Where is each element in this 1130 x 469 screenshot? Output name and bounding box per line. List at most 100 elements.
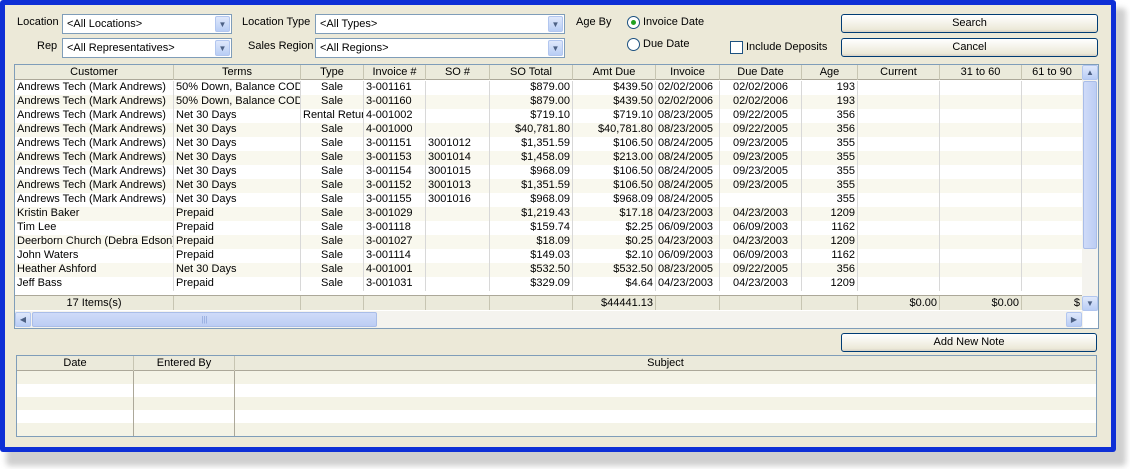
table-row[interactable]: Andrews Tech (Mark Andrews) Net 30 Days Sa… <box>15 151 1083 165</box>
window-frame: Location <All Locations> ▼ Location Type… <box>0 0 1116 452</box>
col-header-age[interactable]: Age <box>802 65 858 80</box>
chevron-down-icon[interactable]: ▼ <box>215 16 230 32</box>
col-header-so-total[interactable]: SO Total <box>490 65 573 80</box>
sales-region-value: <All Regions> <box>320 42 389 54</box>
cell-61-to-90 <box>1022 207 1083 221</box>
cell-61-to-90 <box>1022 221 1083 235</box>
cell-customer: Andrews Tech (Mark Andrews) <box>15 165 174 179</box>
cell-invoice-number: 3-001114 <box>364 249 426 263</box>
horizontal-scrollbar[interactable]: ◀ ||| ▶ <box>15 311 1083 328</box>
cell-invoice-number: 4-001002 <box>364 109 426 123</box>
notes-col-entered-by[interactable]: Entered By <box>134 356 235 371</box>
scroll-down-icon[interactable]: ▼ <box>1082 296 1098 311</box>
col-header-terms[interactable]: Terms <box>174 65 301 80</box>
due-date-radio[interactable] <box>627 38 640 51</box>
cell-31-to-60 <box>940 165 1022 179</box>
notes-col-date[interactable]: Date <box>17 356 134 371</box>
cell-terms: 50% Down, Balance COD <box>176 95 301 109</box>
cell-31-to-60 <box>940 109 1022 123</box>
cell-invoice-date: 08/24/2005 <box>656 165 720 179</box>
col-header-invoice-date[interactable]: Invoice <box>656 65 720 80</box>
cell-amt-due: $4.64 <box>573 277 656 291</box>
table-row[interactable]: Deerborn Church (Debra Edson) Prepaid Sale… <box>15 235 1083 249</box>
cell-61-to-90 <box>1022 137 1083 151</box>
cell-so-number <box>426 95 490 109</box>
cell-31-to-60 <box>940 193 1022 207</box>
cell-61-to-90 <box>1022 109 1083 123</box>
cancel-button[interactable]: Cancel <box>841 38 1098 57</box>
col-header-amt-due[interactable]: Amt Due <box>573 65 656 80</box>
chevron-down-icon[interactable]: ▼ <box>215 40 230 56</box>
table-row[interactable]: Andrews Tech (Mark Andrews) Net 30 Days Sa… <box>15 179 1083 193</box>
col-header-invoice-number[interactable]: Invoice # <box>364 65 426 80</box>
cell-current <box>858 123 940 137</box>
cell-age: 1162 <box>802 249 858 263</box>
cell-current <box>858 95 940 109</box>
cell-due-date <box>720 193 802 207</box>
table-row[interactable]: Heather Ashford Net 30 Days Sale 4-001001 $5… <box>15 263 1083 277</box>
cell-amt-due: $213.00 <box>573 151 656 165</box>
cell-31-to-60 <box>940 81 1022 95</box>
cell-invoice-number: 4-001000 <box>364 123 426 137</box>
vertical-scroll-thumb[interactable] <box>1083 81 1097 249</box>
cell-31-to-60 <box>940 235 1022 249</box>
cell-so-number <box>426 235 490 249</box>
invoice-date-radio[interactable] <box>627 16 640 29</box>
col-header-current[interactable]: Current <box>858 65 940 80</box>
table-row[interactable]: Andrews Tech (Mark Andrews) 50% Down, Bal… <box>15 95 1083 109</box>
cell-so-number <box>426 249 490 263</box>
col-header-31-to-60[interactable]: 31 to 60 <box>940 65 1022 80</box>
cell-so-total: $719.10 <box>490 109 573 123</box>
table-row[interactable]: Tim Lee Prepaid Sale 3-001118 $159.74 $2.25 06… <box>15 221 1083 235</box>
chevron-down-icon[interactable]: ▼ <box>548 40 563 56</box>
cell-type: Sale <box>301 221 364 235</box>
cell-invoice-date: 08/24/2005 <box>656 193 720 207</box>
vertical-scrollbar[interactable]: ▲ ▼ <box>1082 65 1098 311</box>
cell-current <box>858 221 940 235</box>
col-header-so-number[interactable]: SO # <box>426 65 490 80</box>
table-row[interactable]: Andrews Tech (Mark Andrews) Net 30 Days Sa… <box>15 193 1083 207</box>
cell-31-to-60 <box>940 137 1022 151</box>
cell-due-date: 02/02/2006 <box>720 81 802 95</box>
add-new-note-button[interactable]: Add New Note <box>841 333 1097 352</box>
cell-invoice-number: 3-001154 <box>364 165 426 179</box>
col-header-type[interactable]: Type <box>301 65 364 80</box>
table-row[interactable]: John Waters Prepaid Sale 3-001114 $149.03 $2.… <box>15 249 1083 263</box>
search-button[interactable]: Search <box>841 14 1098 33</box>
cell-due-date: 04/23/2003 <box>720 207 802 221</box>
col-header-61-to-90[interactable]: 61 to 90 <box>1022 65 1083 80</box>
notes-grid[interactable]: Date Entered By Subject <box>16 355 1097 437</box>
table-row[interactable]: Andrews Tech (Mark Andrews) Net 30 Days Re… <box>15 109 1083 123</box>
cell-type: Sale <box>301 235 364 249</box>
scroll-right-icon[interactable]: ▶ <box>1066 312 1082 327</box>
col-header-customer[interactable]: Customer <box>15 65 174 80</box>
col-header-due-date[interactable]: Due Date <box>720 65 802 80</box>
cell-customer: Jeff Bass <box>15 277 174 291</box>
cell-so-number <box>426 263 490 277</box>
table-row[interactable]: Andrews Tech (Mark Andrews) Net 30 Days Sa… <box>15 123 1083 137</box>
table-row[interactable]: Andrews Tech (Mark Andrews) Net 30 Days Sa… <box>15 165 1083 179</box>
grid-header: Customer Terms Type Invoice # SO # SO Total Am… <box>15 65 1083 80</box>
table-row[interactable]: Kristin Baker Prepaid Sale 3-001029 $1,219.4… <box>15 207 1083 221</box>
notes-col-subject[interactable]: Subject <box>235 356 1096 371</box>
aging-grid[interactable]: Customer Terms Type Invoice # SO # SO Total Am… <box>14 64 1099 329</box>
scroll-up-icon[interactable]: ▲ <box>1082 65 1098 80</box>
chevron-down-icon[interactable]: ▼ <box>548 16 563 32</box>
cell-current <box>858 109 940 123</box>
horizontal-scroll-thumb[interactable]: ||| <box>32 312 377 327</box>
cell-customer: Andrews Tech (Mark Andrews) <box>15 123 174 137</box>
location-select[interactable]: <All Locations> ▼ <box>62 14 232 34</box>
sales-region-select[interactable]: <All Regions> ▼ <box>315 38 565 58</box>
table-row[interactable]: Jeff Bass Prepaid Sale 3-001031 $329.09 $4.64… <box>15 277 1083 291</box>
cell-so-total: $1,351.59 <box>490 137 573 151</box>
cell-61-to-90 <box>1022 165 1083 179</box>
cell-invoice-date: 08/23/2005 <box>656 123 720 137</box>
cell-terms: Net 30 Days <box>174 193 301 207</box>
rep-select[interactable]: <All Representatives> ▼ <box>62 38 232 58</box>
location-type-select[interactable]: <All Types> ▼ <box>315 14 565 34</box>
table-row[interactable]: Andrews Tech (Mark Andrews) Net 30 Days Sa… <box>15 137 1083 151</box>
table-row[interactable]: Andrews Tech (Mark Andrews) 50% Down, Bal… <box>15 81 1083 95</box>
cell-type: Sale <box>301 123 364 137</box>
scroll-left-icon[interactable]: ◀ <box>15 312 31 327</box>
include-deposits-checkbox[interactable] <box>730 41 743 54</box>
